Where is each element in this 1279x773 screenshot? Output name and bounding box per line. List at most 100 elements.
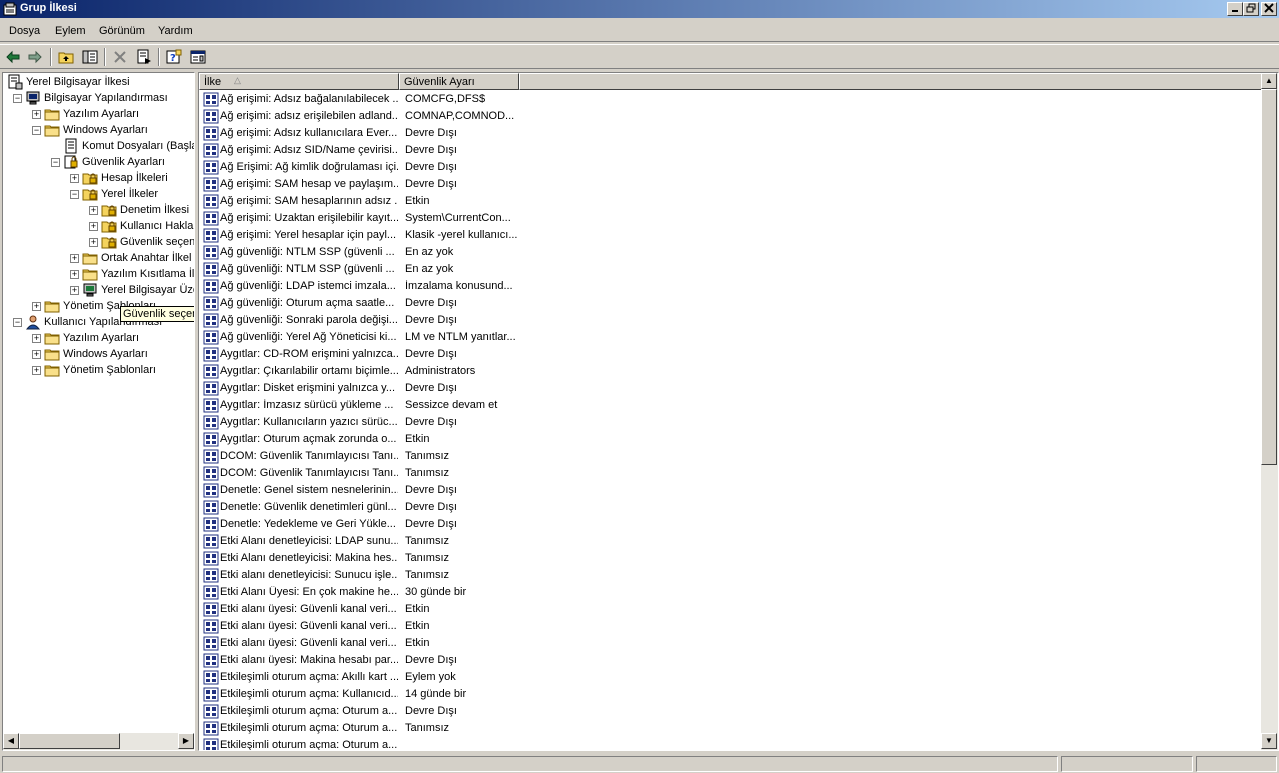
policy-row[interactable]: Etki alanı üyesi: Makina hesabı par... De… <box>199 652 1262 669</box>
policy-row[interactable]: Etki alanı üyesi: Güvenli kanal veri... E… <box>199 601 1262 618</box>
close-icon <box>1264 3 1274 13</box>
policy-row[interactable]: Ağ erişimi: Adsız bağalanılabilecek ... C… <box>199 91 1262 108</box>
tree-tooltip: Güvenlik seçenekleri <box>120 306 194 322</box>
scroll-right-button[interactable]: ▶ <box>178 733 194 749</box>
forward-button[interactable] <box>25 48 45 66</box>
policy-row[interactable]: Aygıtlar: İmzasız sürücü yükleme ... Sess… <box>199 397 1262 414</box>
policy-row[interactable]: Etkileşimli oturum açma: Oturum a... Tanı… <box>199 720 1262 737</box>
show-hide-console-tree-button[interactable] <box>80 48 100 66</box>
expand-icon[interactable]: + <box>32 350 41 359</box>
expand-icon[interactable]: + <box>70 286 79 295</box>
back-button[interactable] <box>3 48 23 66</box>
security-setting-value: Tanımsız <box>405 722 450 734</box>
policy-row[interactable]: Aygıtlar: Disket erişmini yalnızca y... D… <box>199 380 1262 397</box>
scroll-up-button[interactable]: ▲ <box>1261 73 1277 89</box>
policy-row[interactable]: Ağ erişimi: Adsız kullanıcılara Ever... D… <box>199 125 1262 142</box>
expand-icon[interactable]: + <box>70 270 79 279</box>
status-panel-main <box>2 756 1058 772</box>
policy-row[interactable]: Ağ erişimi: Adsız SID/Name çevirisi... De… <box>199 142 1262 159</box>
policy-row[interactable]: Etki alanı denetleyicisi: Sunucu işle...… <box>199 567 1262 584</box>
tree-horizontal-scrollbar[interactable]: ◀ ▶ <box>3 733 194 750</box>
help-button[interactable]: ? <box>164 48 184 66</box>
policy-row[interactable]: Ağ güvenliği: NTLM SSP (güvenli ... En az… <box>199 261 1262 278</box>
policy-row[interactable]: Denetle: Genel sistem nesnelerinin... Dev… <box>199 482 1262 499</box>
security-setting-value: COMCFG,DFS$ <box>405 93 486 105</box>
expand-icon[interactable]: + <box>70 174 79 183</box>
collapse-icon[interactable]: − <box>13 94 22 103</box>
security-setting-value: Devre Dışı <box>405 178 457 190</box>
export-list-button[interactable] <box>134 48 154 66</box>
properties-button[interactable] <box>188 48 208 66</box>
policy-row-icon <box>203 619 219 634</box>
policy-row[interactable]: Etki Alanı denetleyicisi: Makina hes... T… <box>199 550 1262 567</box>
restore-button[interactable] <box>1243 2 1259 16</box>
collapse-icon[interactable]: − <box>32 126 41 135</box>
policy-row[interactable]: Etkileşimli oturum açma: Kullanıcıd... 14… <box>199 686 1262 703</box>
policy-row-icon <box>203 194 219 209</box>
expand-icon[interactable]: + <box>32 334 41 343</box>
expand-icon[interactable]: + <box>32 366 41 375</box>
column-header-policy[interactable]: İlke △ <box>199 73 399 90</box>
policy-row[interactable]: Etkileşimli oturum açma: Akıllı kart ...… <box>199 669 1262 686</box>
expand-icon[interactable]: + <box>89 238 98 247</box>
policy-row-icon <box>203 432 219 447</box>
expand-icon[interactable]: + <box>70 254 79 263</box>
policy-row[interactable]: Ağ erişimi: SAM hesap ve paylaşım... Devr… <box>199 176 1262 193</box>
delete-button[interactable] <box>110 48 130 66</box>
scroll-down-button[interactable]: ▼ <box>1261 733 1277 749</box>
policy-name: Etki alanı üyesi: Makina hesabı par... <box>220 654 398 666</box>
collapse-icon[interactable]: − <box>51 158 60 167</box>
export-list-icon <box>137 49 151 64</box>
policy-row-icon <box>203 517 219 532</box>
scroll-thumb[interactable] <box>1261 89 1277 465</box>
expand-icon[interactable]: + <box>89 206 98 215</box>
policy-row[interactable]: Ağ güvenliği: Oturum açma saatle... Devre… <box>199 295 1262 312</box>
up-one-level-button[interactable] <box>56 48 76 66</box>
collapse-icon[interactable]: − <box>70 190 79 199</box>
policy-row[interactable]: Etki Alanı denetleyicisi: LDAP sunu... Ta… <box>199 533 1262 550</box>
policy-row[interactable]: Ağ güvenliği: LDAP istemci imzala... İmza… <box>199 278 1262 295</box>
policy-row[interactable]: Ağ erişimi: SAM hesaplarının adsız ... Et… <box>199 193 1262 210</box>
policy-row[interactable]: Ağ güvenliği: Yerel Ağ Yöneticisi ki... L… <box>199 329 1262 346</box>
policy-row[interactable]: Etki Alanı Üyesi: En çok makine he... 30 … <box>199 584 1262 601</box>
expand-icon[interactable]: + <box>89 222 98 231</box>
security-setting-value: Devre Dışı <box>405 297 457 309</box>
column-header-security-setting[interactable]: Güvenlik Ayarı <box>399 73 519 90</box>
policy-row[interactable]: Ağ güvenliği: Sonraki parola değişi... De… <box>199 312 1262 329</box>
menu-dosya[interactable]: Dosya <box>9 25 40 37</box>
policy-row[interactable]: Denetle: Güvenlik denetimleri günl... Dev… <box>199 499 1262 516</box>
policy-row[interactable]: Etki alanı üyesi: Güvenli kanal veri... E… <box>199 618 1262 635</box>
policy-list-pane[interactable]: İlke △ Güvenlik Ayarı Ağ erişimi: Adsız … <box>198 72 1279 751</box>
policy-row[interactable]: Etkileşimli oturum açma: Oturum a... <box>199 737 1262 750</box>
console-tree-pane[interactable]: Yerel Bilgisayar İlkesi − Bilgisayar Yapıl… <box>2 72 195 751</box>
collapse-icon[interactable]: − <box>13 318 22 327</box>
expand-icon[interactable]: + <box>32 110 41 119</box>
scroll-thumb[interactable] <box>19 733 120 749</box>
policy-row[interactable]: DCOM: Güvenlik Tanımlayıcısı Tanı... Tanı… <box>199 465 1262 482</box>
policy-row[interactable]: Ağ güvenliği: NTLM SSP (güvenli ... En az… <box>199 244 1262 261</box>
list-vertical-scrollbar[interactable]: ▲ ▼ <box>1261 73 1278 750</box>
policy-row[interactable]: Ağ erişimi: Uzaktan erişilebilir kayıt..… <box>199 210 1262 227</box>
security-setting-value: 14 günde bir <box>405 688 467 700</box>
policy-row[interactable]: Denetle: Yedekleme ve Geri Yükle... Devre… <box>199 516 1262 533</box>
folder-icon <box>44 346 60 362</box>
menu-gorunum[interactable]: Görünüm <box>99 25 145 37</box>
policy-row[interactable]: Aygıtlar: CD-ROM erişmini yalnızca... Dev… <box>199 346 1262 363</box>
menu-yardim[interactable]: Yardım <box>158 25 193 37</box>
policy-row[interactable]: Aygıtlar: Kullanıcıların yazıcı sürüc...… <box>199 414 1262 431</box>
policy-row[interactable]: Ağ erişimi: adsız erişilebilen adland...… <box>199 108 1262 125</box>
minimize-button[interactable] <box>1227 2 1243 16</box>
policy-row[interactable]: Aygıtlar: Çıkarılabilir ortamı biçimle..… <box>199 363 1262 380</box>
policy-row[interactable]: Ağ erişimi: Yerel hesaplar için payl... K… <box>199 227 1262 244</box>
expand-icon[interactable]: + <box>32 302 41 311</box>
menu-eylem[interactable]: Eylem <box>55 25 86 37</box>
close-button[interactable] <box>1261 2 1277 16</box>
policy-row[interactable]: DCOM: Güvenlik Tanımlayıcısı Tanı... Tanı… <box>199 448 1262 465</box>
policy-row[interactable]: Ağ Erişimi: Ağ kimlik doğrulaması içi...… <box>199 159 1262 176</box>
scroll-left-button[interactable]: ◀ <box>3 733 19 749</box>
policy-name: Ağ erişimi: SAM hesaplarının adsız ... <box>220 195 398 207</box>
policy-row[interactable]: Etki alanı üyesi: Güvenli kanal veri... E… <box>199 635 1262 652</box>
policy-row[interactable]: Aygıtlar: Oturum açmak zorunda o... Etkin <box>199 431 1262 448</box>
title-bar[interactable]: Grup İlkesi <box>0 0 1279 18</box>
policy-row[interactable]: Etkileşimli oturum açma: Oturum a... Devr… <box>199 703 1262 720</box>
